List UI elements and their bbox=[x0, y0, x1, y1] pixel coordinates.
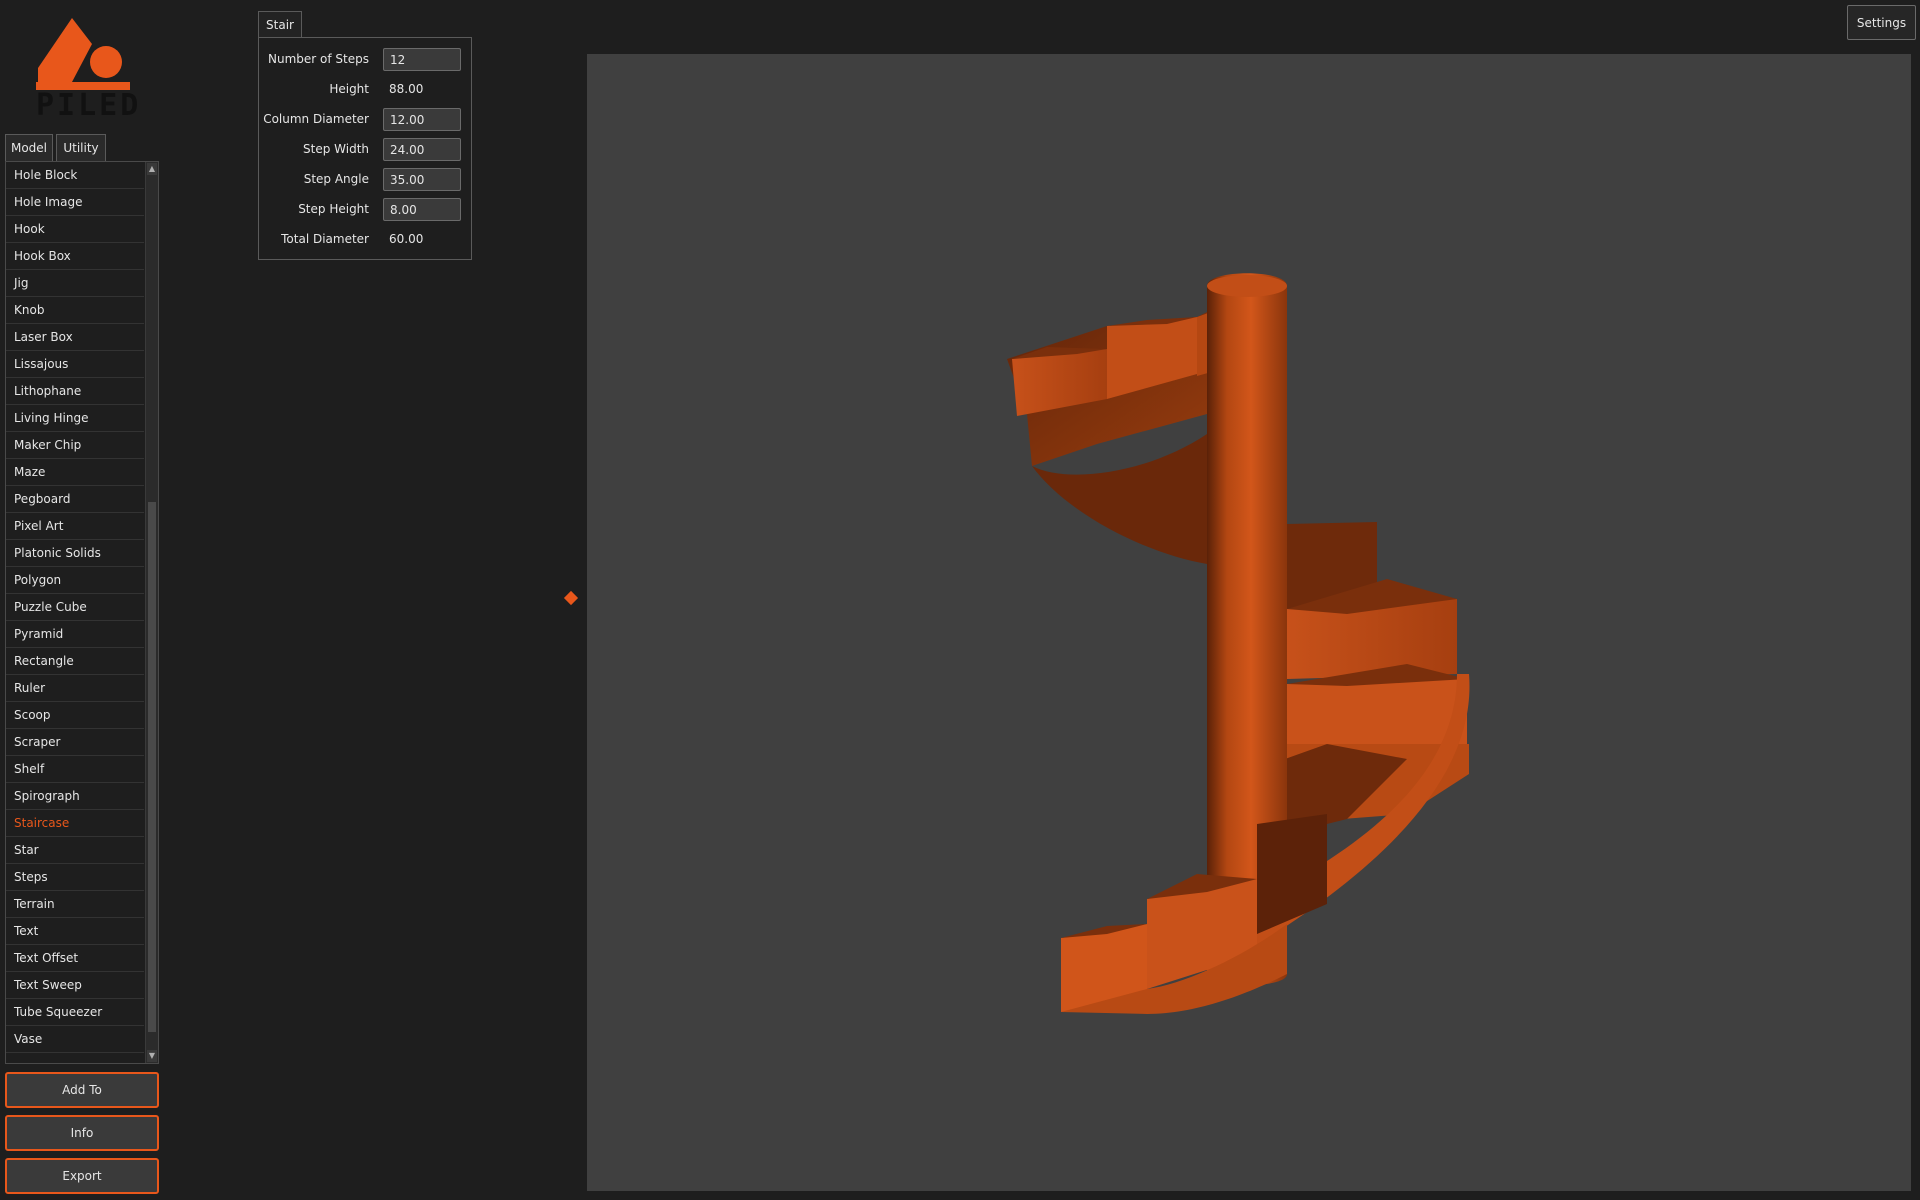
list-item-text[interactable]: Text bbox=[6, 918, 144, 945]
list-item-spirograph[interactable]: Spirograph bbox=[6, 783, 144, 810]
list-item-knob[interactable]: Knob bbox=[6, 297, 144, 324]
list-item-rectangle[interactable]: Rectangle bbox=[6, 648, 144, 675]
parameter-panel: Number of Steps Height 88.00 Column Diam… bbox=[258, 37, 472, 260]
list-item-terrain[interactable]: Terrain bbox=[6, 891, 144, 918]
list-item-laser-box[interactable]: Laser Box bbox=[6, 324, 144, 351]
tab-stair[interactable]: Stair bbox=[258, 11, 302, 37]
list-item-living-hinge[interactable]: Living Hinge bbox=[6, 405, 144, 432]
list-item-tube-squeezer[interactable]: Tube Squeezer bbox=[6, 999, 144, 1026]
list-item-pegboard[interactable]: Pegboard bbox=[6, 486, 144, 513]
list-item-pyramid[interactable]: Pyramid bbox=[6, 621, 144, 648]
list-item-lissajous[interactable]: Lissajous bbox=[6, 351, 144, 378]
list-item-hole-image[interactable]: Hole Image bbox=[6, 189, 144, 216]
tab-model[interactable]: Model bbox=[5, 134, 53, 161]
scroll-up-icon[interactable]: ▲ bbox=[147, 163, 157, 175]
model-list: Hole Block Hole Image Hook Hook Box Jig Knob L… bbox=[6, 162, 144, 1053]
total-diameter-value: 60.00 bbox=[389, 232, 424, 246]
param-step-angle: Step Angle bbox=[259, 168, 471, 192]
info-button[interactable]: Info bbox=[5, 1115, 159, 1151]
list-item-polygon[interactable]: Polygon bbox=[6, 567, 144, 594]
list-item-vase[interactable]: Vase bbox=[6, 1026, 144, 1053]
param-label: Number of Steps bbox=[268, 52, 369, 66]
category-tabs: Utility Model bbox=[5, 134, 106, 161]
step-width-input[interactable] bbox=[383, 138, 461, 161]
height-value: 88.00 bbox=[389, 82, 424, 96]
step-angle-input[interactable] bbox=[383, 168, 461, 191]
scroll-down-icon[interactable]: ▼ bbox=[147, 1050, 157, 1062]
param-label: Column Diameter bbox=[263, 112, 369, 126]
tab-utility[interactable]: Utility bbox=[56, 134, 106, 161]
number-of-steps-input[interactable] bbox=[383, 48, 461, 71]
list-item-jig[interactable]: Jig bbox=[6, 270, 144, 297]
param-height: Height 88.00 bbox=[259, 78, 471, 102]
export-button[interactable]: Export bbox=[5, 1158, 159, 1194]
list-item-hook-box[interactable]: Hook Box bbox=[6, 243, 144, 270]
param-step-width: Step Width bbox=[259, 138, 471, 162]
step-height-input[interactable] bbox=[383, 198, 461, 221]
model-list-panel: Hole Block Hole Image Hook Hook Box Jig Knob L… bbox=[5, 161, 159, 1064]
param-total-diameter: Total Diameter 60.00 bbox=[259, 228, 471, 252]
list-item-staircase[interactable]: Staircase bbox=[6, 810, 144, 837]
list-item-steps[interactable]: Steps bbox=[6, 864, 144, 891]
spiral-staircase-model[interactable] bbox=[587, 54, 1911, 1191]
param-number-of-steps: Number of Steps bbox=[259, 48, 471, 72]
param-label: Step Angle bbox=[303, 172, 369, 186]
list-item-maze[interactable]: Maze bbox=[6, 459, 144, 486]
settings-button[interactable]: Settings bbox=[1847, 5, 1916, 40]
list-scrollbar[interactable]: ▲ ▼ bbox=[145, 162, 158, 1063]
scroll-thumb[interactable] bbox=[148, 502, 156, 1032]
list-item-text-sweep[interactable]: Text Sweep bbox=[6, 972, 144, 999]
viewport-splitter-handle[interactable] bbox=[563, 590, 579, 606]
param-label: Step Width bbox=[303, 142, 369, 156]
param-column-diameter: Column Diameter bbox=[259, 108, 471, 132]
list-item-hole-block[interactable]: Hole Block bbox=[6, 162, 144, 189]
list-item-hook[interactable]: Hook bbox=[6, 216, 144, 243]
list-item-scraper[interactable]: Scraper bbox=[6, 729, 144, 756]
param-label: Height bbox=[329, 82, 369, 96]
3d-viewport[interactable] bbox=[587, 54, 1911, 1191]
add-to-button[interactable]: Add To bbox=[5, 1072, 159, 1108]
column-diameter-input[interactable] bbox=[383, 108, 461, 131]
list-item-puzzle-cube[interactable]: Puzzle Cube bbox=[6, 594, 144, 621]
list-item-ruler[interactable]: Ruler bbox=[6, 675, 144, 702]
param-step-height: Step Height bbox=[259, 198, 471, 222]
list-item-scoop[interactable]: Scoop bbox=[6, 702, 144, 729]
param-label: Total Diameter bbox=[281, 232, 369, 246]
list-item-shelf[interactable]: Shelf bbox=[6, 756, 144, 783]
list-item-star[interactable]: Star bbox=[6, 837, 144, 864]
logo-text: PILED bbox=[36, 88, 142, 123]
list-item-lithophane[interactable]: Lithophane bbox=[6, 378, 144, 405]
list-item-text-offset[interactable]: Text Offset bbox=[6, 945, 144, 972]
list-item-pixel-art[interactable]: Pixel Art bbox=[6, 513, 144, 540]
param-label: Step Height bbox=[298, 202, 369, 216]
list-item-platonic-solids[interactable]: Platonic Solids bbox=[6, 540, 144, 567]
list-item-maker-chip[interactable]: Maker Chip bbox=[6, 432, 144, 459]
